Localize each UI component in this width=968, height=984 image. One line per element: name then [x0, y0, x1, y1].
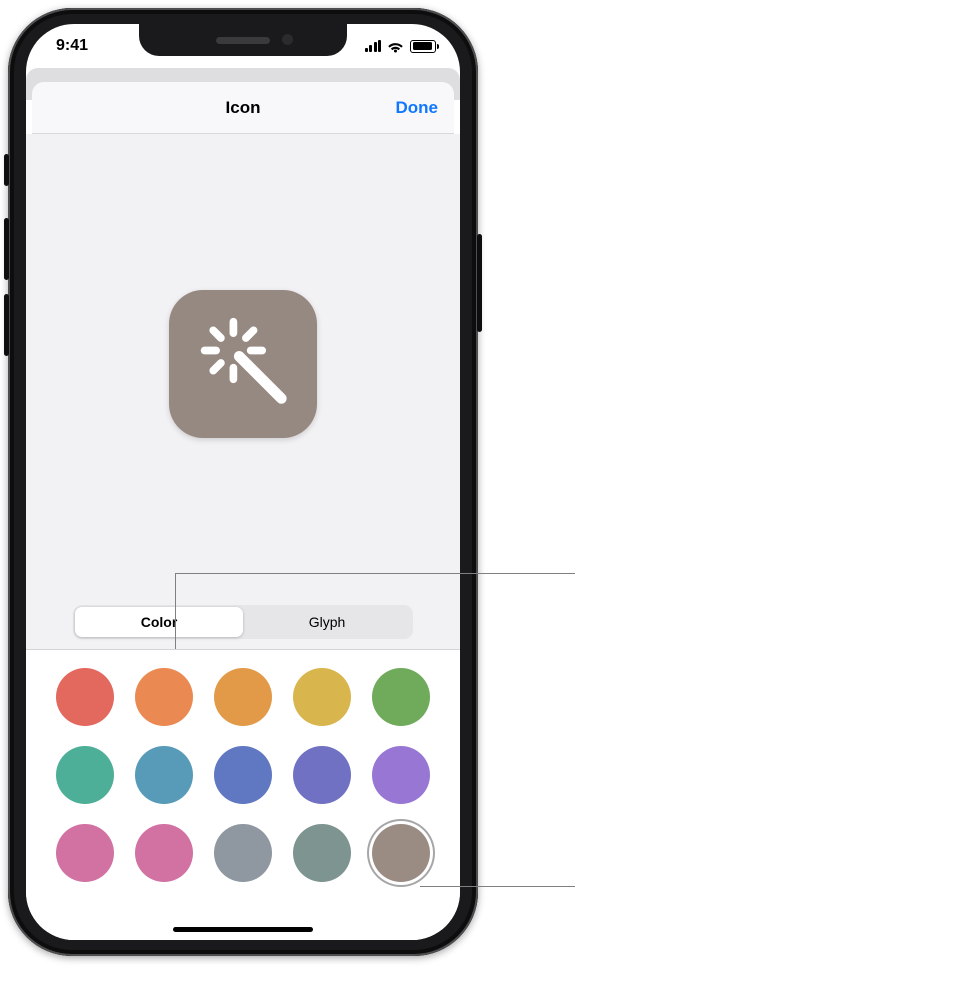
cellular-signal-icon — [365, 40, 382, 52]
color-swatch-12[interactable] — [214, 824, 272, 882]
done-button[interactable]: Done — [396, 82, 439, 133]
color-swatch-8[interactable] — [293, 746, 351, 804]
segment-glyph[interactable]: Glyph — [243, 607, 411, 637]
mute-switch — [4, 154, 9, 186]
volume-up-button — [4, 218, 9, 280]
color-swatch-10[interactable] — [56, 824, 114, 882]
color-swatch-3[interactable] — [293, 668, 351, 726]
screen: 9:41 Icon Done — [26, 24, 460, 940]
color-glyph-segmented-control[interactable]: ColorGlyph — [73, 605, 413, 639]
status-time: 9:41 — [56, 37, 88, 55]
color-swatch-7[interactable] — [214, 746, 272, 804]
wifi-icon — [387, 40, 404, 52]
segment-row: ColorGlyph — [26, 594, 460, 650]
icon-preview-area — [26, 134, 460, 594]
status-right — [365, 40, 437, 53]
wand-icon — [195, 314, 291, 415]
color-swatch-4[interactable] — [372, 668, 430, 726]
volume-down-button — [4, 294, 9, 356]
color-swatch-9[interactable] — [372, 746, 430, 804]
page-title: Icon — [226, 98, 261, 118]
color-swatch-5[interactable] — [56, 746, 114, 804]
color-swatch-13[interactable] — [293, 824, 351, 882]
color-swatch-6[interactable] — [135, 746, 193, 804]
color-swatch-2[interactable] — [214, 668, 272, 726]
nav-bar: Icon Done — [32, 82, 454, 134]
home-indicator[interactable] — [173, 927, 313, 932]
segment-color[interactable]: Color — [75, 607, 243, 637]
color-swatch-0[interactable] — [56, 668, 114, 726]
color-section — [26, 650, 460, 940]
icon-preview-tile — [169, 290, 317, 438]
side-button — [477, 234, 482, 332]
color-swatch-14[interactable] — [372, 824, 430, 882]
color-swatch-1[interactable] — [135, 668, 193, 726]
iphone-frame: 9:41 Icon Done — [8, 8, 478, 956]
status-bar: 9:41 — [26, 24, 460, 68]
battery-icon — [410, 40, 436, 53]
color-palette-grid — [56, 668, 430, 882]
color-swatch-11[interactable] — [135, 824, 193, 882]
